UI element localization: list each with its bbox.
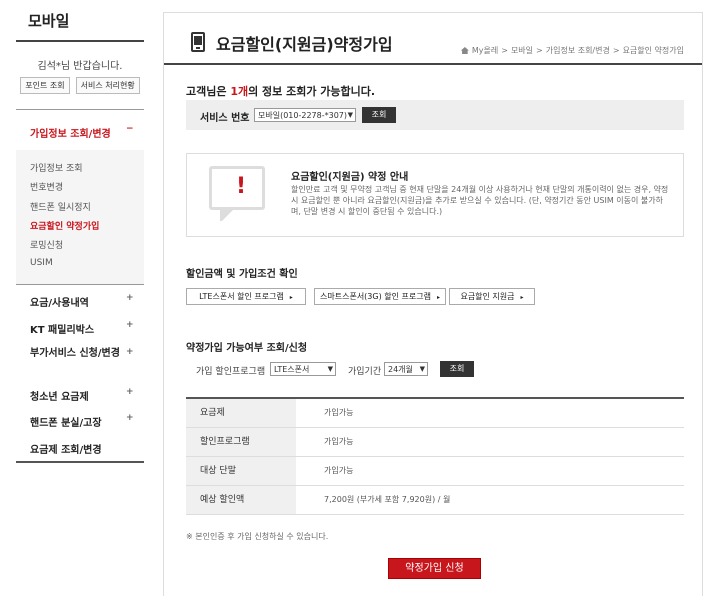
divider: [164, 63, 702, 65]
breadcrumb: My올레 > 모바일 > 가입정보 조회/변경 > 요금할인 약정가입: [460, 45, 684, 56]
sidebar-title: 모바일: [28, 12, 70, 30]
row-header: 요금제: [186, 399, 296, 427]
info-line: 고객님은 1개의 정보 조회가 가능합니다.: [186, 83, 375, 99]
button-label: 요금할인 지원금: [460, 292, 515, 301]
service-status-button[interactable]: 서비스 처리현황: [75, 77, 140, 94]
main-content: 요금할인(지원금)약정가입 My올레 > 모바일 > 가입정보 조회/변경 > …: [163, 12, 703, 596]
period-select[interactable]: 24개월 ▼: [384, 362, 428, 376]
page-title: 요금할인(지원금)약정가입: [216, 35, 393, 54]
sidebar-menu-subscription-info[interactable]: 가입정보 조회/변경: [30, 125, 111, 140]
period-value: 24개월: [388, 365, 413, 374]
service-number-select[interactable]: 모바일(010-2278-*307) ▼: [254, 108, 356, 122]
table-row: 대상 단말 가입가능: [186, 457, 684, 486]
button-label: 스마트스폰서(3G) 할인 프로그램: [320, 292, 431, 301]
row-header: 예상 할인액: [186, 486, 296, 514]
arrow-right-icon: ▸: [289, 294, 293, 301]
breadcrumb-item[interactable]: 모바일: [511, 45, 533, 56]
eligibility-section-title: 약정가입 가능여부 조회/신청: [186, 343, 308, 354]
dropdown-arrow-icon: ▼: [327, 365, 333, 373]
service-search-button[interactable]: 조회: [362, 107, 396, 123]
row-header: 할인프로그램: [186, 428, 296, 456]
expand-icon[interactable]: +: [126, 413, 134, 423]
notice-box: ! 요금할인(지원금) 약정 안내 할인만료 고객 및 무약정 고객님 중 현재…: [186, 153, 684, 237]
notice-title: 요금할인(지원금) 약정 안내: [291, 172, 409, 183]
divider: [16, 109, 144, 110]
expand-icon[interactable]: +: [126, 387, 134, 397]
breadcrumb-separator: >: [501, 46, 508, 55]
eligibility-search-button[interactable]: 조회: [440, 361, 474, 377]
table-row: 예상 할인액 7,200원 (부가세 포함 7,920원) / 월: [186, 486, 684, 515]
arrow-right-icon: ▸: [436, 294, 440, 301]
dropdown-arrow-icon: ▼: [347, 111, 353, 119]
info-count: 1개: [230, 85, 249, 98]
breadcrumb-item[interactable]: 요금할인 약정가입: [623, 45, 684, 56]
info-prefix: 고객님은: [186, 85, 231, 98]
service-number-bar: 서비스 번호 모바일(010-2278-*307) ▼ 조회: [186, 100, 684, 130]
expand-icon[interactable]: +: [126, 347, 134, 357]
sidebar-menu-youth-plan[interactable]: 청소년 요금제: [30, 388, 89, 403]
program-value: LTE스폰서: [274, 365, 310, 374]
info-suffix: 의 정보 조회가 가능합니다.: [248, 85, 376, 98]
arrow-right-icon: ▸: [520, 294, 524, 301]
greeting: 김석*님 반갑습니다.: [37, 61, 123, 72]
sidebar-menu-plan-change[interactable]: 요금제 조회/변경: [30, 441, 102, 456]
row-value: 가입가능: [324, 466, 354, 475]
eligibility-table: 요금제 가입가능 할인프로그램 가입가능 대상 단말 가입가능 예상 할인액 7…: [186, 397, 684, 515]
table-row: 요금제 가입가능: [186, 399, 684, 428]
row-header: 대상 단말: [186, 457, 296, 485]
divider: [16, 284, 144, 285]
collapse-icon[interactable]: −: [126, 124, 134, 134]
row-value: 가입가능: [324, 408, 354, 417]
expand-icon[interactable]: +: [126, 320, 134, 330]
home-icon[interactable]: [460, 47, 469, 54]
button-label: LTE스폰서 할인 프로그램: [199, 292, 284, 301]
table-row: 할인프로그램 가입가능: [186, 428, 684, 457]
smart-sponsor-button[interactable]: 스마트스폰서(3G) 할인 프로그램 ▸: [314, 288, 446, 305]
service-number-value: 모바일(010-2278-*307): [258, 111, 347, 120]
divider: [16, 461, 144, 463]
lte-sponsor-button[interactable]: LTE스폰서 할인 프로그램 ▸: [186, 288, 306, 305]
footnote: ※ 본인인증 후 가입 신청하실 수 있습니다.: [186, 532, 329, 541]
breadcrumb-item[interactable]: 가입정보 조회/변경: [546, 45, 610, 56]
period-label: 가입기간: [348, 367, 382, 377]
sidebar-subitem[interactable]: 로밍신청: [30, 238, 63, 251]
mobile-phone-icon: [191, 32, 205, 52]
sidebar: 모바일 김석*님 반갑습니다. 포인트 조회 서비스 처리현황 가입정보 조회/…: [0, 0, 160, 596]
point-inquiry-button[interactable]: 포인트 조회: [20, 77, 70, 94]
program-label: 가입 할인프로그램: [196, 367, 266, 377]
sidebar-menu-usage[interactable]: 요금/사용내역: [30, 294, 89, 309]
notice-text: 할인만료 고객 및 무약정 고객님 중 현재 단말을 24개월 이상 사용하거나…: [291, 185, 669, 216]
sidebar-menu-family-box[interactable]: KT 패밀리박스: [30, 321, 94, 336]
sidebar-menu-addon-services[interactable]: 부가서비스 신청/변경: [30, 347, 122, 361]
page-header: 요금할인(지원금)약정가입 My올레 > 모바일 > 가입정보 조회/변경 > …: [164, 13, 702, 63]
expand-icon[interactable]: +: [126, 293, 134, 303]
apply-contract-button[interactable]: 약정가입 신청: [388, 558, 481, 579]
sidebar-menu-lost-phone[interactable]: 핸드폰 분실/고장: [30, 414, 102, 429]
program-select[interactable]: LTE스폰서 ▼: [270, 362, 336, 376]
sidebar-subitem[interactable]: 가입정보 조회: [30, 161, 83, 174]
breadcrumb-separator: >: [536, 46, 543, 55]
divider: [16, 40, 144, 42]
sidebar-buttons: 포인트 조회 서비스 처리현황: [16, 77, 144, 94]
breadcrumb-separator: >: [612, 46, 620, 55]
discount-subsidy-button[interactable]: 요금할인 지원금 ▸: [449, 288, 535, 305]
discount-section-title: 할인금액 및 가입조건 확인: [186, 269, 298, 280]
row-value: 7,200원 (부가세 포함 7,920원) / 월: [324, 495, 451, 504]
sidebar-subitem[interactable]: 핸드폰 일시정지: [30, 200, 91, 213]
sidebar-subitem[interactable]: USIM: [30, 258, 53, 268]
row-value: 가입가능: [324, 437, 354, 446]
alert-speech-bubble-icon: !: [209, 166, 265, 221]
breadcrumb-item[interactable]: My올레: [472, 45, 498, 56]
eligibility-filter-bar: 가입 할인프로그램 LTE스폰서 ▼ 가입기간 24개월 ▼ 조회: [186, 359, 684, 381]
sidebar-subitem[interactable]: 번호변경: [30, 180, 63, 193]
sidebar-subitem-active[interactable]: 요금할인 약정가입: [30, 219, 99, 232]
dropdown-arrow-icon: ▼: [419, 365, 425, 373]
service-number-label: 서비스 번호: [200, 113, 250, 124]
